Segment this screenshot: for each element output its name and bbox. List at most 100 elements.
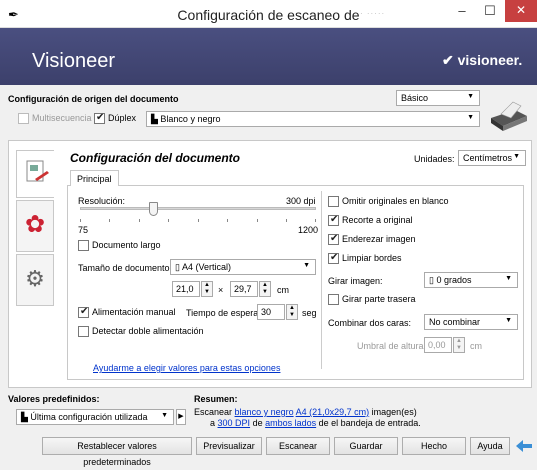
- checkbox-box[interactable]: [94, 112, 105, 125]
- checkbox-box[interactable]: [78, 326, 89, 338]
- checkbox-box[interactable]: [78, 240, 89, 252]
- slider-tick: [168, 219, 169, 222]
- width-input[interactable]: 21,0: [172, 281, 200, 297]
- wait-time-label: Tiempo de espera:: [186, 308, 261, 318]
- slider-tick: [109, 219, 110, 222]
- height-threshold-label: Umbral de altura:: [357, 341, 427, 351]
- color-mode-select[interactable]: ▙ Blanco y negro ▼: [146, 111, 480, 127]
- clean-edges-checkbox[interactable]: Limpiar bordes: [328, 252, 402, 265]
- slider-max-label: 1200: [298, 225, 319, 235]
- units-select[interactable]: Centímetros ▼: [458, 150, 526, 166]
- long-document-checkbox[interactable]: Documento largo: [78, 240, 161, 252]
- tab-advanced-settings[interactable]: ⚙: [16, 254, 54, 306]
- play-icon: ▶: [178, 413, 184, 420]
- summary-sides-link[interactable]: ambos lados: [265, 418, 316, 428]
- wait-time-input[interactable]: 30: [257, 304, 285, 320]
- summary-size-link[interactable]: A4 (21,0x29,7 cm): [296, 407, 370, 417]
- close-button[interactable]: ✕: [505, 0, 537, 22]
- presets-heading: Valores predefinidos:: [8, 394, 100, 404]
- tab-document-settings[interactable]: [16, 150, 54, 198]
- column-divider: [321, 191, 322, 369]
- scan-button[interactable]: Escanear: [266, 437, 330, 455]
- resolution-label: Resolución:: [78, 196, 126, 206]
- window-title-suffix: · ·····: [360, 9, 386, 18]
- chevron-down-icon: ▼: [467, 93, 474, 100]
- checkbox-box[interactable]: [328, 196, 339, 208]
- done-button[interactable]: Hecho: [402, 437, 466, 455]
- presets-menu-button[interactable]: ▶: [176, 409, 186, 425]
- height-input[interactable]: 29,7: [230, 281, 258, 297]
- height-threshold-spinner[interactable]: ▲ ▼: [453, 337, 465, 353]
- resolution-slider-thumb[interactable]: [149, 202, 159, 216]
- document-size-label: Tamaño de documento:: [78, 263, 173, 273]
- wait-unit-label: seg: [302, 308, 317, 318]
- scanner-icon: [491, 101, 527, 131]
- slider-min-label: 75: [78, 225, 89, 235]
- duplex-checkbox[interactable]: Dúplex: [94, 112, 136, 125]
- visioneer-logo: ✔ visioneer.: [442, 52, 523, 68]
- height-threshold-input[interactable]: 0,00: [424, 337, 452, 353]
- double-feed-checkbox[interactable]: Detectar doble alimentación: [78, 326, 204, 338]
- width-spinner[interactable]: ▲ ▼: [201, 281, 213, 297]
- source-heading: Configuración de origen del documento: [8, 94, 179, 104]
- combine-sides-select[interactable]: No combinar ▼: [424, 314, 518, 330]
- minimize-button[interactable]: –: [448, 0, 476, 22]
- save-button[interactable]: Guardar: [334, 437, 398, 455]
- checkbox-box[interactable]: [328, 294, 339, 306]
- tab-principal[interactable]: Principal: [70, 170, 119, 186]
- wait-time-spinner[interactable]: ▲ ▼: [286, 304, 298, 320]
- checkbox-box[interactable]: [328, 214, 339, 227]
- chevron-down-icon: ▼: [467, 114, 474, 121]
- document-size-select[interactable]: ▯ A4 (Vertical) ▼: [170, 259, 316, 275]
- height-spinner[interactable]: ▲ ▼: [259, 281, 271, 297]
- reset-defaults-button[interactable]: Restablecer valores predeterminados: [42, 437, 192, 467]
- flower-icon: ✿: [24, 211, 46, 238]
- size-unit-label: cm: [277, 285, 289, 295]
- slider-tick: [227, 219, 228, 222]
- crop-to-original-checkbox[interactable]: Recorte a original: [328, 214, 413, 227]
- checkbox-box[interactable]: [328, 233, 339, 246]
- slider-tick: [198, 219, 199, 222]
- chevron-down-icon: ▼: [513, 153, 520, 160]
- units-label: Unidades:: [414, 154, 455, 164]
- help-choose-link[interactable]: Ayudarme a elegir valores para estas opc…: [93, 363, 280, 373]
- presets-select[interactable]: ▙ Última configuración utilizada ▼: [16, 409, 174, 425]
- height-threshold-unit: cm: [470, 341, 482, 351]
- resolution-slider-track[interactable]: [80, 207, 316, 210]
- flip-back-checkbox[interactable]: Girar parte trasera: [328, 294, 416, 306]
- summary-mode-link[interactable]: blanco y negro: [235, 407, 294, 417]
- slider-tick: [139, 219, 140, 222]
- checkbox-box[interactable]: [78, 306, 89, 319]
- preset-icon: ▙: [21, 412, 31, 422]
- multisequence-checkbox[interactable]: Multisecuencia: [18, 113, 92, 125]
- help-button[interactable]: Ayuda: [470, 437, 510, 455]
- tools-icon: ⚙: [25, 266, 45, 291]
- spin-up-icon: ▲: [456, 338, 462, 344]
- slider-tick: [257, 219, 258, 222]
- chevron-down-icon: ▼: [505, 317, 512, 324]
- summary-dpi-link[interactable]: 300 DPI: [218, 418, 251, 428]
- straighten-checkbox[interactable]: Enderezar imagen: [328, 233, 416, 246]
- tab-image-settings[interactable]: ✿: [16, 200, 54, 252]
- slider-tick: [315, 219, 316, 222]
- slider-tick: [286, 219, 287, 222]
- back-arrow-icon[interactable]: [514, 437, 534, 455]
- chevron-down-icon: ▼: [303, 262, 310, 269]
- slider-tick: [80, 219, 81, 222]
- maximize-button[interactable]: ☐: [476, 0, 504, 22]
- skip-blank-checkbox[interactable]: Omitir originales en blanco: [328, 196, 449, 208]
- brand-title: Visioneer: [32, 50, 116, 72]
- resolution-value: 300 dpi: [286, 196, 316, 206]
- page-icon: ▯: [175, 262, 182, 272]
- summary-line-1: Escanear blanco y negro A4 (21,0x29,7 cm…: [194, 407, 417, 417]
- checkbox-box[interactable]: [328, 252, 339, 265]
- manual-feed-checkbox[interactable]: Alimentación manual: [78, 306, 176, 319]
- checkbox-box[interactable]: [18, 113, 29, 125]
- spin-up-icon: ▲: [204, 282, 210, 288]
- combine-sides-label: Combinar dos caras:: [328, 318, 412, 328]
- rotate-select[interactable]: ▯ 0 grados ▼: [424, 272, 518, 288]
- spin-down-icon: ▼: [262, 289, 268, 295]
- preview-button[interactable]: Previsualizar: [196, 437, 262, 455]
- rotate-label: Girar imagen:: [328, 276, 383, 286]
- preset-select[interactable]: Básico ▼: [396, 90, 480, 106]
